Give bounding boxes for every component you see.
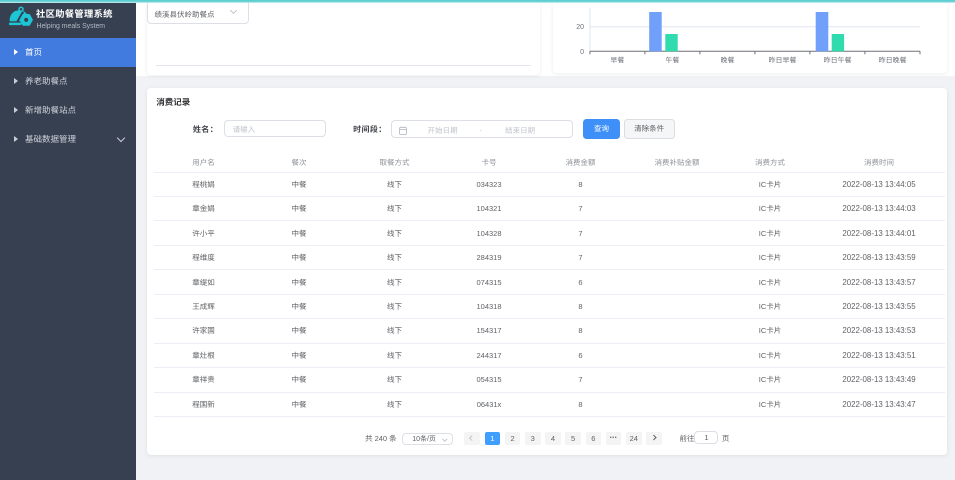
svg-text:0: 0 (580, 47, 584, 57)
svg-text:昨日早餐: 昨日早餐 (769, 56, 797, 66)
svg-text:昨日晚餐: 昨日晚餐 (879, 56, 907, 66)
svg-text:昨日午餐: 昨日午餐 (824, 56, 852, 66)
svg-text:早餐: 早餐 (610, 56, 624, 66)
svg-text:午餐: 午餐 (665, 56, 679, 66)
svg-text:晚餐: 晚餐 (721, 56, 735, 66)
svg-text:20: 20 (576, 22, 584, 32)
